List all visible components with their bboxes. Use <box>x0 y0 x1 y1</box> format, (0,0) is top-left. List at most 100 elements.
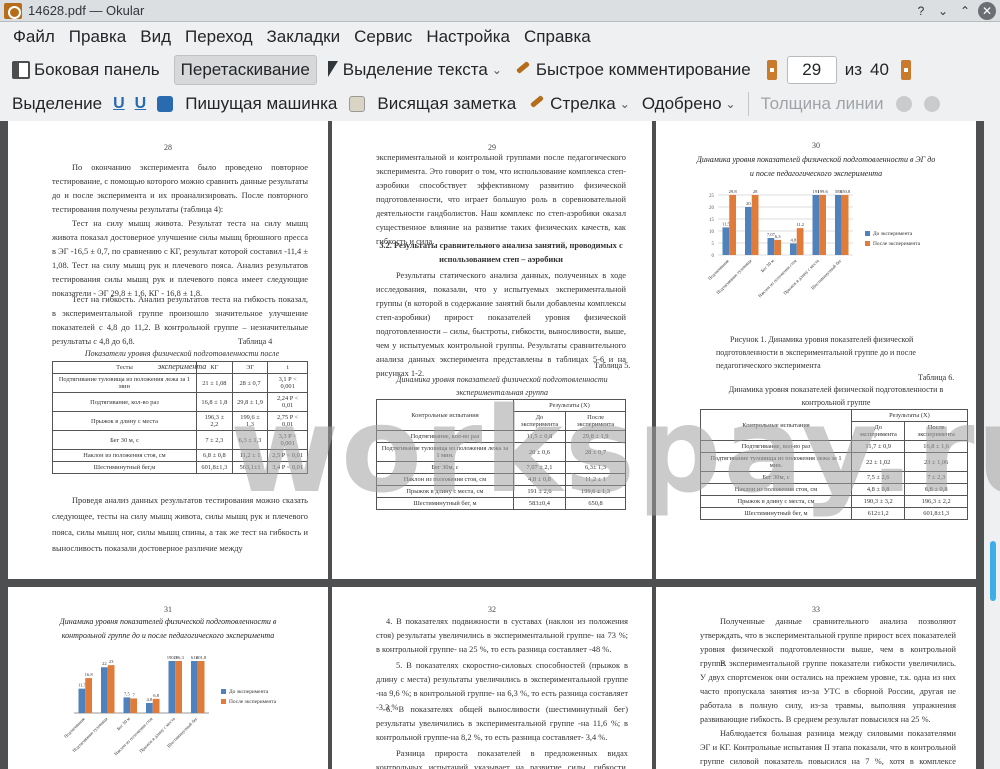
table-cell: Прыжок в длину с места, см <box>700 495 852 508</box>
sticky-note-button[interactable]: Висящая заметка <box>371 89 522 119</box>
menu-go[interactable]: Переход <box>178 27 260 47</box>
table-cell: Наклон из положения стоя, см <box>52 449 197 462</box>
chevron-down-icon[interactable]: ⌄ <box>492 63 502 77</box>
vertical-scrollbar[interactable] <box>984 121 1000 769</box>
underline-icon[interactable]: U <box>113 95 125 113</box>
table-cell: Шестиминутный бег,м <box>52 461 197 474</box>
previous-page-icon[interactable] <box>766 60 777 80</box>
approved-button[interactable]: Одобрено ⌄ <box>636 89 742 119</box>
table-row: Наклон из положения стоя, см 4,8 ± 0,8 6… <box>700 483 968 496</box>
data-label: 6,8 <box>153 693 159 699</box>
highlight-label: Выделение <box>12 94 103 113</box>
table-cell: 2,24 P < 0,01 <box>267 392 308 412</box>
results-table: Тесты КГ ЭГ t Подтягивание туловища из п… <box>52 361 308 474</box>
bar <box>130 698 137 713</box>
table-cell: 563,1±1 <box>231 461 269 474</box>
line-width-button[interactable]: Толщина линии <box>755 89 890 119</box>
data-label: 28 <box>753 189 758 194</box>
bar <box>790 243 797 255</box>
legend-swatch <box>865 241 870 246</box>
table-cell: 28 ± 0,7 <box>231 373 269 393</box>
table-row: Подтягивание, кол-во раз 11,7 ± 0,9 16,8… <box>700 440 968 453</box>
table-cell: Наклон из положения стоя, см <box>700 483 852 496</box>
data-label: 6,3 <box>775 234 781 240</box>
table-cell: 7 ± 2,3 <box>904 471 968 484</box>
y-tick-label: 0 <box>712 254 715 259</box>
table-header: После эксперимента <box>565 411 626 431</box>
stamp-icon[interactable] <box>157 96 174 112</box>
x-tick-label: Бег 30 м <box>760 258 775 273</box>
table-row: Бег 30м, с 7,07 ± 2,1 6,3± 1,3 <box>376 461 626 474</box>
menu-edit[interactable]: Правка <box>62 27 133 47</box>
chevron-down-icon[interactable]: ⌄ <box>620 97 630 111</box>
table-cell: 3,4 P < 0,01 <box>267 461 308 474</box>
menu-bookmarks[interactable]: Закладки <box>260 27 348 47</box>
quick-comment-button[interactable]: Быстрое комментирование <box>508 55 757 85</box>
data-label: 16,8 <box>85 672 94 678</box>
next-page-icon[interactable] <box>900 60 911 80</box>
data-label: 23 <box>109 659 114 664</box>
table-cell: 11,2 ± 1 <box>565 473 626 486</box>
data-label: 4,8 <box>147 697 153 703</box>
menu-view[interactable]: Вид <box>133 27 178 47</box>
bar-chart: 051015202511,5207,074,8191 58329,8 286,311… <box>707 189 921 298</box>
menu-file[interactable]: Файл <box>6 27 62 47</box>
page-number-input[interactable]: 29 <box>786 56 837 84</box>
highlight-button[interactable]: Выделение <box>6 89 108 119</box>
table-cell: Шестиминутный бег, м <box>376 497 514 510</box>
section-heading: 3.2. Результаты сравнительного анализа з… <box>379 241 623 264</box>
table-header: Результаты (X) <box>512 399 627 412</box>
x-tick-label: Подтягивание <box>63 716 86 739</box>
table-cell: Наклон из положения стоя, см <box>376 473 514 486</box>
maximize-icon[interactable]: ⌃ <box>956 2 974 20</box>
help-icon[interactable]: ? <box>912 2 930 20</box>
arrow-button[interactable]: Стрелка ⌄ <box>522 89 636 119</box>
bar <box>835 195 842 255</box>
table-cell: Бег 30м, с <box>700 471 852 484</box>
table-cell: 196,3 ± 2,2 <box>195 411 233 431</box>
text-select-button[interactable]: Выделение текста ⌄ <box>321 55 508 85</box>
table-cell: 6,3± 1,3 <box>565 461 626 474</box>
bar <box>123 697 131 713</box>
text-select-label: Выделение текста <box>342 60 488 79</box>
menu-help[interactable]: Справка <box>517 27 598 47</box>
color-icon[interactable] <box>895 96 912 112</box>
menu-tools[interactable]: Сервис <box>347 27 419 47</box>
table-cell: 7,07 ± 2,1 <box>512 461 567 474</box>
table-cell: 11,2 ± 1 <box>231 449 269 462</box>
table-cell: 2,75 P < 0,01 <box>267 411 308 431</box>
table-cell: 4,8 ± 0,8 <box>850 483 906 496</box>
typewriter-button[interactable]: Пишущая машинка <box>179 89 343 119</box>
table-cell: 21 ± 1,08 <box>195 373 233 393</box>
paragraph: В экспериментальной группе показатели ги… <box>700 659 956 724</box>
minimize-icon[interactable]: ⌄ <box>934 2 952 20</box>
drag-mode-button[interactable]: Перетаскивание <box>173 55 317 85</box>
table-cell: 583±0,4 <box>512 497 567 510</box>
paragraph: Результаты статического анализа данных, … <box>376 271 626 378</box>
document-view[interactable]: 28 По окончанию эксперимента было провед… <box>0 121 1000 769</box>
table-header: Тесты <box>52 361 197 374</box>
x-tick-label: Наклон из положения стоя <box>113 716 154 757</box>
squiggly-underline-icon[interactable]: U <box>135 95 147 113</box>
bar <box>767 238 775 255</box>
bar <box>774 239 781 255</box>
legend-label: До эксперимента <box>873 231 913 237</box>
scrollbar-thumb[interactable] <box>990 541 996 601</box>
close-icon[interactable]: ✕ <box>978 2 996 20</box>
y-tick-label: 5 <box>712 242 715 247</box>
list-item: 4. В показателях подвижности в суставах … <box>376 617 628 654</box>
page-31: 31 Динамика уровня показателей физическо… <box>8 587 328 769</box>
bar <box>812 195 820 255</box>
table-header: До эксперимента <box>512 411 567 431</box>
main-toolbar: Боковая панель Перетаскивание Выделение … <box>0 53 1000 87</box>
table-cell: 7,5 ± 2,6 <box>850 471 906 484</box>
menu-settings[interactable]: Настройка <box>419 27 517 47</box>
data-label: 20 <box>746 201 751 206</box>
bar <box>78 688 86 713</box>
sidebar-button[interactable]: Боковая панель <box>6 55 166 85</box>
table-row: Подтягивание туловища из положения лежа … <box>376 442 626 462</box>
opacity-icon[interactable] <box>923 96 940 112</box>
bar <box>841 195 849 255</box>
chevron-down-icon[interactable]: ⌄ <box>726 97 736 111</box>
bar <box>745 207 752 255</box>
